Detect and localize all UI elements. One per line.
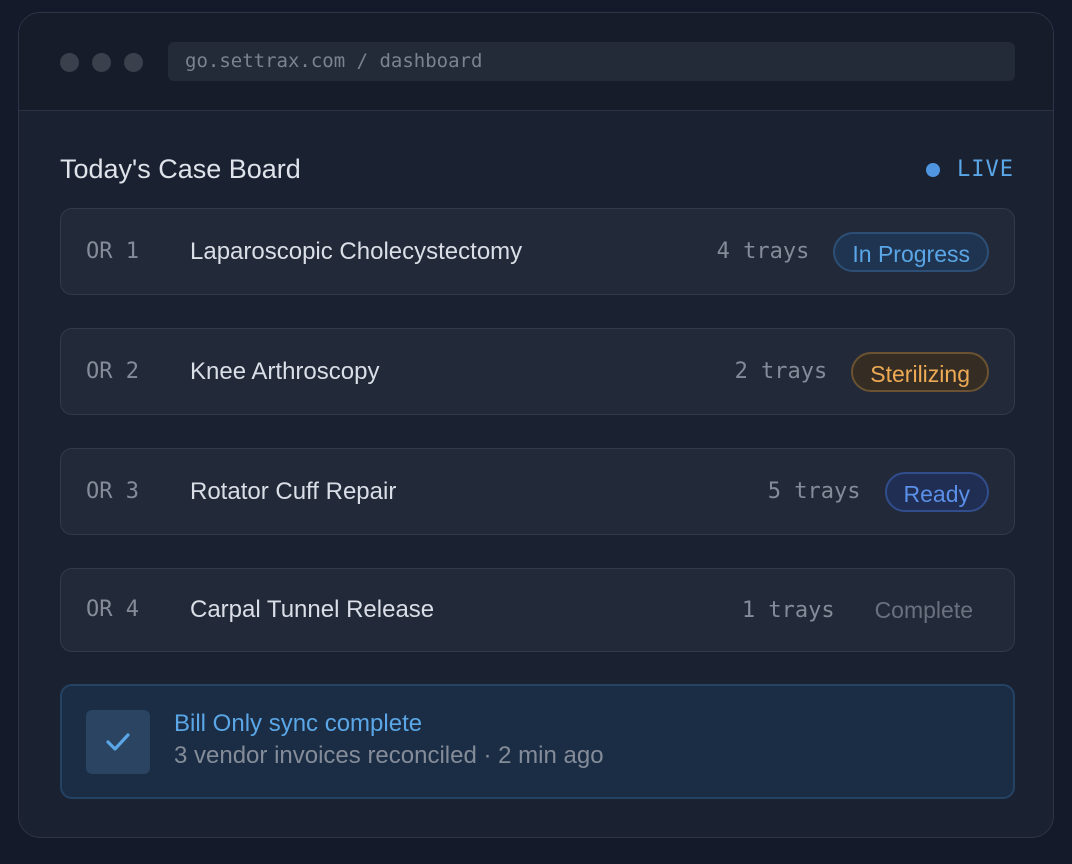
- case-row[interactable]: OR 3 Rotator Cuff Repair 5 trays Ready: [60, 448, 1015, 535]
- notification-subtitle: 3 vendor invoices reconciled · 2 min ago: [174, 742, 604, 769]
- case-trays: 5 trays: [767, 479, 861, 504]
- maximize-window-dot[interactable]: [124, 53, 143, 72]
- live-dot-icon: [926, 162, 941, 177]
- notification-title: Bill Only sync complete: [174, 710, 423, 737]
- address-bar[interactable]: go.settrax.com / dashboard: [168, 42, 1015, 81]
- case-room: OR 3: [86, 479, 139, 504]
- case-room: OR 4: [86, 597, 139, 622]
- live-indicator: LIVE: [926, 157, 1014, 182]
- browser-window: go.settrax.com / dashboard Today's Case …: [18, 12, 1054, 838]
- case-procedure: Knee Arthroscopy: [190, 358, 380, 385]
- live-label: LIVE: [957, 157, 1014, 182]
- status-badge: Complete: [874, 597, 973, 623]
- case-row[interactable]: OR 2 Knee Arthroscopy 2 trays Sterilizin…: [60, 328, 1015, 415]
- status-badge: Ready: [884, 471, 989, 512]
- case-procedure: Carpal Tunnel Release: [190, 596, 435, 623]
- status-badge: Sterilizing: [851, 351, 989, 392]
- status-badge: In Progress: [833, 231, 989, 272]
- close-window-dot[interactable]: [60, 53, 79, 72]
- page-title: Today's Case Board: [60, 154, 301, 184]
- case-room: OR 2: [86, 359, 139, 384]
- sync-notification: Bill Only sync complete 3 vendor invoice…: [60, 684, 1015, 799]
- case-trays: 4 trays: [716, 239, 810, 264]
- case-row[interactable]: OR 4 Carpal Tunnel Release 1 trays Compl…: [60, 568, 1015, 652]
- case-room: OR 1: [86, 239, 139, 264]
- title-bar: go.settrax.com / dashboard: [19, 13, 1053, 111]
- case-trays: 1 trays: [741, 597, 835, 623]
- case-trays: 2 trays: [734, 359, 828, 384]
- check-icon: [86, 710, 150, 774]
- case-row[interactable]: OR 1 Laparoscopic Cholecystectomy 4 tray…: [60, 208, 1015, 295]
- case-procedure: Rotator Cuff Repair: [190, 478, 397, 505]
- minimize-window-dot[interactable]: [92, 53, 111, 72]
- case-procedure: Laparoscopic Cholecystectomy: [190, 238, 523, 265]
